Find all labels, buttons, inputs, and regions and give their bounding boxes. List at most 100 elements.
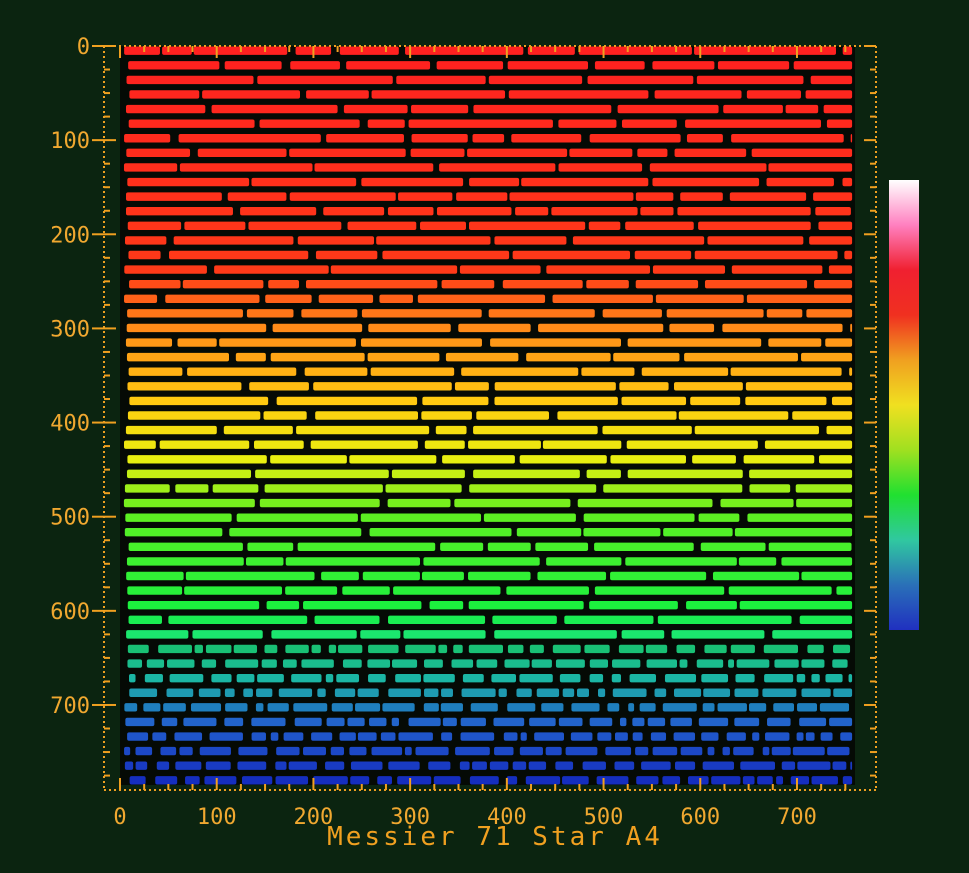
row-segment (276, 396, 418, 406)
row-segment (762, 688, 797, 697)
row-segment (301, 659, 334, 668)
row-segment (469, 776, 499, 785)
row-segment (129, 279, 181, 289)
row-segment (488, 309, 595, 318)
row-segment (757, 776, 773, 785)
row-segment (602, 425, 692, 435)
row-segment (436, 61, 504, 70)
row-segment (192, 630, 263, 639)
row-segment (588, 221, 621, 231)
row-segment (797, 703, 817, 712)
row-segment (810, 75, 853, 85)
row-segment (185, 571, 315, 581)
row-segment (546, 265, 651, 274)
row-segment (491, 673, 517, 683)
row-segment (396, 75, 486, 85)
row-segment (357, 732, 377, 741)
row-segment (525, 776, 561, 785)
row-segment (597, 732, 612, 741)
row-segment (146, 659, 165, 668)
row-segment (768, 542, 852, 552)
row-segment (156, 761, 170, 770)
row-segment (439, 163, 556, 172)
row-segment (805, 90, 853, 99)
row-segment (746, 294, 853, 303)
row-segment (617, 104, 719, 114)
row-segment (541, 703, 564, 712)
row-segment (163, 703, 186, 712)
row-segment (326, 134, 404, 143)
row-segment (128, 119, 255, 128)
row-segment (424, 440, 465, 449)
row-segment (583, 513, 695, 522)
row-segment (652, 177, 760, 187)
row-segment (224, 61, 282, 70)
row-segment (674, 148, 747, 158)
row-segment (690, 396, 741, 406)
row-segment (371, 90, 506, 99)
row-segment (326, 717, 345, 727)
row-segment (734, 688, 759, 697)
row-segment (584, 644, 610, 654)
row-segment (126, 207, 233, 216)
row-segment (236, 513, 358, 522)
row-segment (521, 177, 649, 187)
row-segment (748, 703, 767, 712)
row-segment (766, 309, 803, 318)
row-segment (726, 732, 746, 741)
row-segment (424, 659, 443, 668)
row-segment (225, 659, 259, 668)
row-segment (792, 411, 853, 420)
heatmap-chart: 0 100 200 300 400 500 600 700 0 100 200 300 400 500 6… (50, 35, 919, 852)
row-segment (582, 761, 606, 770)
row-segment (493, 717, 525, 727)
row-segment (625, 557, 737, 566)
row-segment (781, 761, 796, 770)
row-segment (198, 688, 221, 697)
row-segment (559, 673, 581, 683)
row-segment (745, 382, 853, 391)
row-segment (259, 119, 360, 128)
row-segment (422, 396, 489, 406)
row-segment (842, 46, 853, 55)
row-segment (460, 732, 495, 741)
row-segment (214, 265, 329, 274)
row-segment (614, 732, 628, 741)
row-segment (123, 163, 178, 172)
row-segment (270, 455, 347, 464)
spectrum-row (127, 309, 853, 318)
spectrum-row (128, 542, 852, 552)
row-segment (766, 177, 834, 187)
row-segment (314, 163, 434, 172)
row-segment (310, 440, 418, 449)
row-segment (594, 586, 725, 595)
row-segment (771, 746, 791, 756)
row-segment (844, 250, 853, 260)
row-segment (826, 425, 853, 435)
row-segment (773, 703, 795, 712)
row-segment (380, 732, 396, 741)
row-segment (799, 717, 827, 727)
row-segment (635, 192, 674, 201)
row-segment (796, 732, 804, 741)
row-segment (211, 104, 338, 114)
row-segment (805, 732, 815, 741)
row-segment (126, 192, 222, 201)
row-segment (472, 134, 505, 143)
row-segment (583, 528, 661, 537)
row-segment (129, 776, 146, 785)
row-segment (126, 557, 244, 566)
row-segment (224, 688, 235, 697)
row-segment (836, 586, 853, 595)
row-segment (199, 746, 231, 756)
row-segment (238, 746, 268, 756)
row-segment (125, 338, 173, 347)
row-segment (577, 498, 713, 508)
spectrum-row (124, 134, 853, 143)
row-segment (729, 192, 807, 201)
row-segment (733, 746, 754, 756)
row-segment (519, 746, 543, 756)
y-tick-label: 200 (50, 223, 90, 248)
row-segment (468, 440, 541, 449)
row-segment (468, 571, 531, 581)
